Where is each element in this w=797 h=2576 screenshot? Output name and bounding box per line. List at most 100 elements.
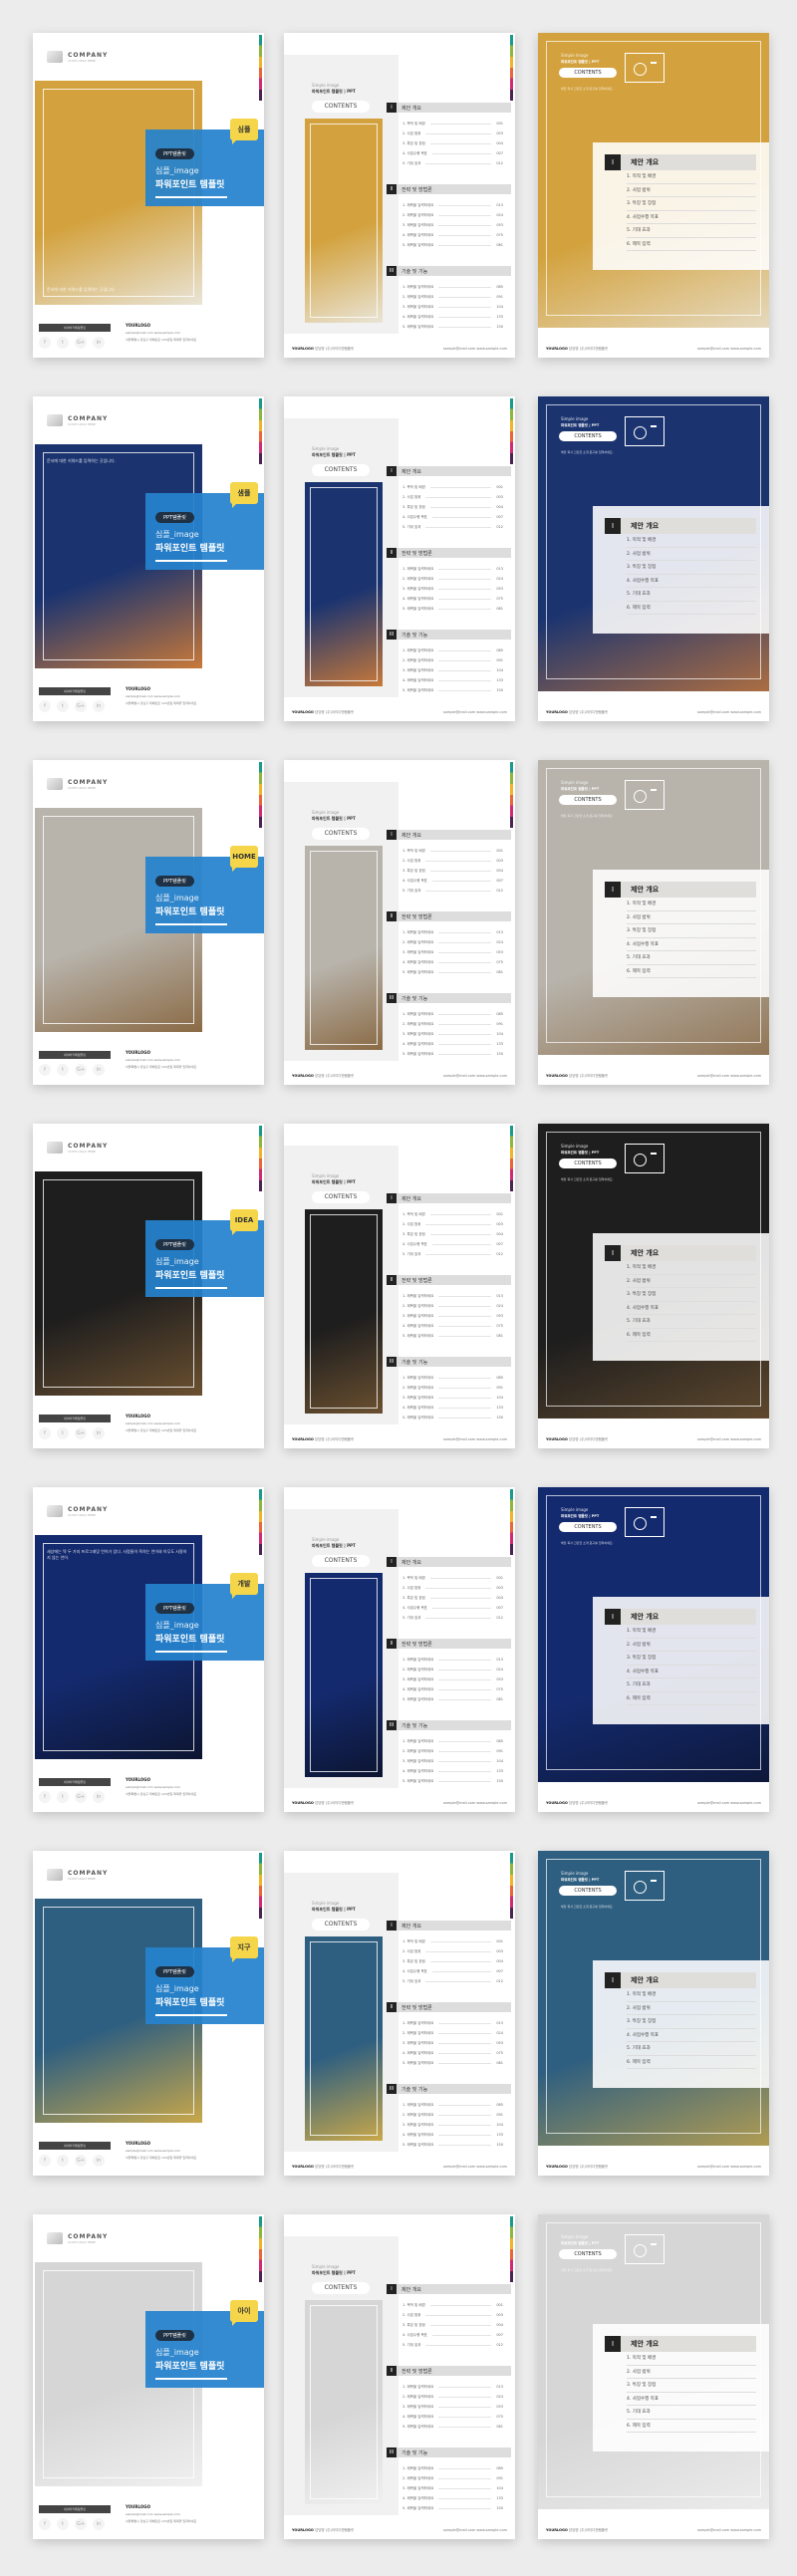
toc-item[interactable]: 3. 제목을 입력하세요 104 [387,665,511,675]
toc-item[interactable]: 4. 제목을 입력하세요 075 [387,1684,511,1694]
toc-item[interactable]: 3. 제목을 입력하세요 053 [387,584,511,594]
twitter-icon[interactable]: t [57,337,69,349]
section-page[interactable]: Simple image 파워포인트 템플릿 | PPT CONTENTS 해당 회사… [538,33,769,358]
toc-item[interactable]: 2. 제목을 입력하세요 024 [387,1665,511,1674]
panel-item[interactable]: 4. 사업수행 목표 [627,2393,756,2406]
toc-item[interactable]: 3. 제목을 입력하세요 053 [387,1311,511,1321]
panel-item[interactable]: 3. 특징 및 장점 [627,924,756,938]
panel-item[interactable]: 2. 사업 범위 [627,1275,756,1288]
toc-item[interactable]: 5. 기대 효과 012 [387,522,511,532]
toc-item[interactable]: 5. 제목을 입력하세요 150 [387,322,511,332]
toc-item[interactable]: 3. 제목을 입력하세요 053 [387,2402,511,2412]
toc-item[interactable]: 3. 제목을 입력하세요 104 [387,1393,511,1403]
contents-page[interactable]: Simple image 파워포인트 템플릿 | PPT CONTENTS I 제안 개… [284,1487,515,1812]
google-plus-icon[interactable]: G+ [75,1791,87,1803]
toc-item[interactable]: 2. 제목을 입력하세요 091 [387,292,511,302]
toc-item[interactable]: 3. 특징 및 장점 004 [387,502,511,512]
toc-item[interactable]: 1. 목적 및 배경 001 [387,482,511,492]
panel-item[interactable]: 1. 목적 및 배경 [627,898,756,911]
panel-item[interactable]: 5. 기대 효과 [627,224,756,238]
panel-item[interactable]: 3. 특징 및 장점 [627,561,756,575]
toc-item[interactable]: 5. 제목을 입력하세요 081 [387,1694,511,1704]
section-page[interactable]: Simple image 파워포인트 템플릿 | PPT CONTENTS 해당 회사… [538,2214,769,2539]
toc-item[interactable]: 1. 목적 및 배경 001 [387,1936,511,1946]
toc-item[interactable]: 4. 제목을 입력하세요 133 [387,1039,511,1049]
toc-item[interactable]: 2. 제목을 입력하세요 024 [387,574,511,584]
toc-item[interactable]: 1. 제목을 입력하세요 085 [387,282,511,292]
panel-item[interactable]: 4. 사업수행 목표 [627,938,756,951]
facebook-icon[interactable]: f [39,337,51,349]
toc-item[interactable]: 3. 제목을 입력하세요 104 [387,2483,511,2493]
toc-item[interactable]: 3. 제목을 입력하세요 053 [387,220,511,230]
toc-item[interactable]: 2. 제목을 입력하세요 024 [387,2028,511,2038]
panel-item[interactable]: 4. 사업수행 목표 [627,2029,756,2042]
toc-item[interactable]: 1. 제목을 입력하세요 013 [387,927,511,937]
toc-item[interactable]: 3. 특징 및 장점 004 [387,1593,511,1603]
panel-item[interactable]: 1. 목적 및 배경 [627,170,756,184]
panel-item[interactable]: 4. 사업수행 목표 [627,575,756,588]
google-plus-icon[interactable]: G+ [75,2155,87,2167]
toc-item[interactable]: 1. 제목을 입력하세요 085 [387,645,511,655]
toc-item[interactable]: 4. 사업수행 목표 007 [387,876,511,886]
toc-item[interactable]: 2. 제목을 입력하세요 024 [387,937,511,947]
toc-item[interactable]: 4. 제목을 입력하세요 075 [387,2048,511,2058]
toc-item[interactable]: 2. 제목을 입력하세요 091 [387,1383,511,1393]
toc-item[interactable]: 4. 제목을 입력하세요 075 [387,594,511,604]
cover-page[interactable]: COMPANY CLYNT LOGO HERE PPT템플릿 심플_image 파워포인… [33,760,264,1085]
toc-item[interactable]: 4. 제목을 입력하세요 133 [387,2493,511,2503]
panel-item[interactable]: 6. 제목 입력 [627,602,756,615]
toc-item[interactable]: 4. 사업수행 목표 007 [387,1239,511,1249]
toc-item[interactable]: 1. 제목을 입력하세요 085 [387,1373,511,1383]
google-plus-icon[interactable]: G+ [75,1064,87,1076]
panel-item[interactable]: 2. 사업 범위 [627,911,756,924]
toc-item[interactable]: 4. 사업수행 목표 007 [387,512,511,522]
toc-item[interactable]: 3. 제목을 입력하세요 053 [387,2038,511,2048]
panel-item[interactable]: 6. 제목 입력 [627,2420,756,2433]
toc-item[interactable]: 1. 목적 및 배경 001 [387,846,511,856]
toc-item[interactable]: 5. 기대 효과 012 [387,1613,511,1623]
toc-item[interactable]: 2. 사업 범위 003 [387,492,511,502]
toc-item[interactable]: 5. 기대 효과 012 [387,2340,511,2350]
cover-page[interactable]: COMPANY CLYNT LOGO HERE PPT템플릿 심플_image 파워포인… [33,1851,264,2176]
toc-item[interactable]: 5. 제목을 입력하세요 081 [387,967,511,977]
cover-page[interactable]: COMPANY CLYNT LOGO HERE 문서에 대한 키워드를 입력하는 곳… [33,33,264,358]
toc-item[interactable]: 1. 제목을 입력하세요 013 [387,1291,511,1301]
toc-item[interactable]: 3. 제목을 입력하세요 053 [387,1674,511,1684]
google-plus-icon[interactable]: G+ [75,1427,87,1439]
toc-item[interactable]: 1. 목적 및 배경 001 [387,1209,511,1219]
linkedin-icon[interactable]: in [93,1427,105,1439]
section-page[interactable]: Simple image 파워포인트 템플릿 | PPT CONTENTS 해당 회사… [538,396,769,721]
toc-item[interactable]: 4. 제목을 입력하세요 075 [387,1321,511,1331]
toc-item[interactable]: 1. 목적 및 배경 001 [387,119,511,129]
toc-item[interactable]: 4. 제목을 입력하세요 075 [387,2412,511,2422]
panel-item[interactable]: 1. 목적 및 배경 [627,2352,756,2366]
panel-item[interactable]: 4. 사업수행 목표 [627,1302,756,1315]
twitter-icon[interactable]: t [57,1791,69,1803]
panel-item[interactable]: 6. 제목 입력 [627,1329,756,1342]
toc-item[interactable]: 3. 특징 및 장점 004 [387,866,511,876]
panel-item[interactable]: 6. 제목 입력 [627,1692,756,1705]
contents-page[interactable]: Simple image 파워포인트 템플릿 | PPT CONTENTS I 제안 개… [284,1124,515,1448]
toc-item[interactable]: 5. 제목을 입력하세요 081 [387,2422,511,2432]
section-page[interactable]: Simple image 파워포인트 템플릿 | PPT CONTENTS 해당 회사… [538,1124,769,1448]
panel-item[interactable]: 2. 사업 범위 [627,2366,756,2379]
toc-item[interactable]: 2. 사업 범위 003 [387,2310,511,2320]
linkedin-icon[interactable]: in [93,2155,105,2167]
facebook-icon[interactable]: f [39,2155,51,2167]
toc-item[interactable]: 1. 제목을 입력하세요 013 [387,564,511,574]
twitter-icon[interactable]: t [57,2518,69,2530]
contents-page[interactable]: Simple image 파워포인트 템플릿 | PPT CONTENTS I 제안 개… [284,2214,515,2539]
toc-item[interactable]: 3. 특징 및 장점 004 [387,1229,511,1239]
toc-item[interactable]: 5. 제목을 입력하세요 150 [387,1776,511,1786]
toc-item[interactable]: 1. 제목을 입력하세요 013 [387,2382,511,2392]
facebook-icon[interactable]: f [39,2518,51,2530]
toc-item[interactable]: 4. 제목을 입력하세요 133 [387,675,511,685]
toc-item[interactable]: 4. 사업수행 목표 007 [387,1966,511,1976]
toc-item[interactable]: 5. 제목을 입력하세요 150 [387,2503,511,2513]
toc-item[interactable]: 3. 특징 및 장점 004 [387,138,511,148]
twitter-icon[interactable]: t [57,1427,69,1439]
panel-item[interactable]: 2. 사업 범위 [627,2002,756,2015]
toc-item[interactable]: 1. 제목을 입력하세요 085 [387,2463,511,2473]
toc-item[interactable]: 2. 제목을 입력하세요 091 [387,2473,511,2483]
google-plus-icon[interactable]: G+ [75,700,87,712]
